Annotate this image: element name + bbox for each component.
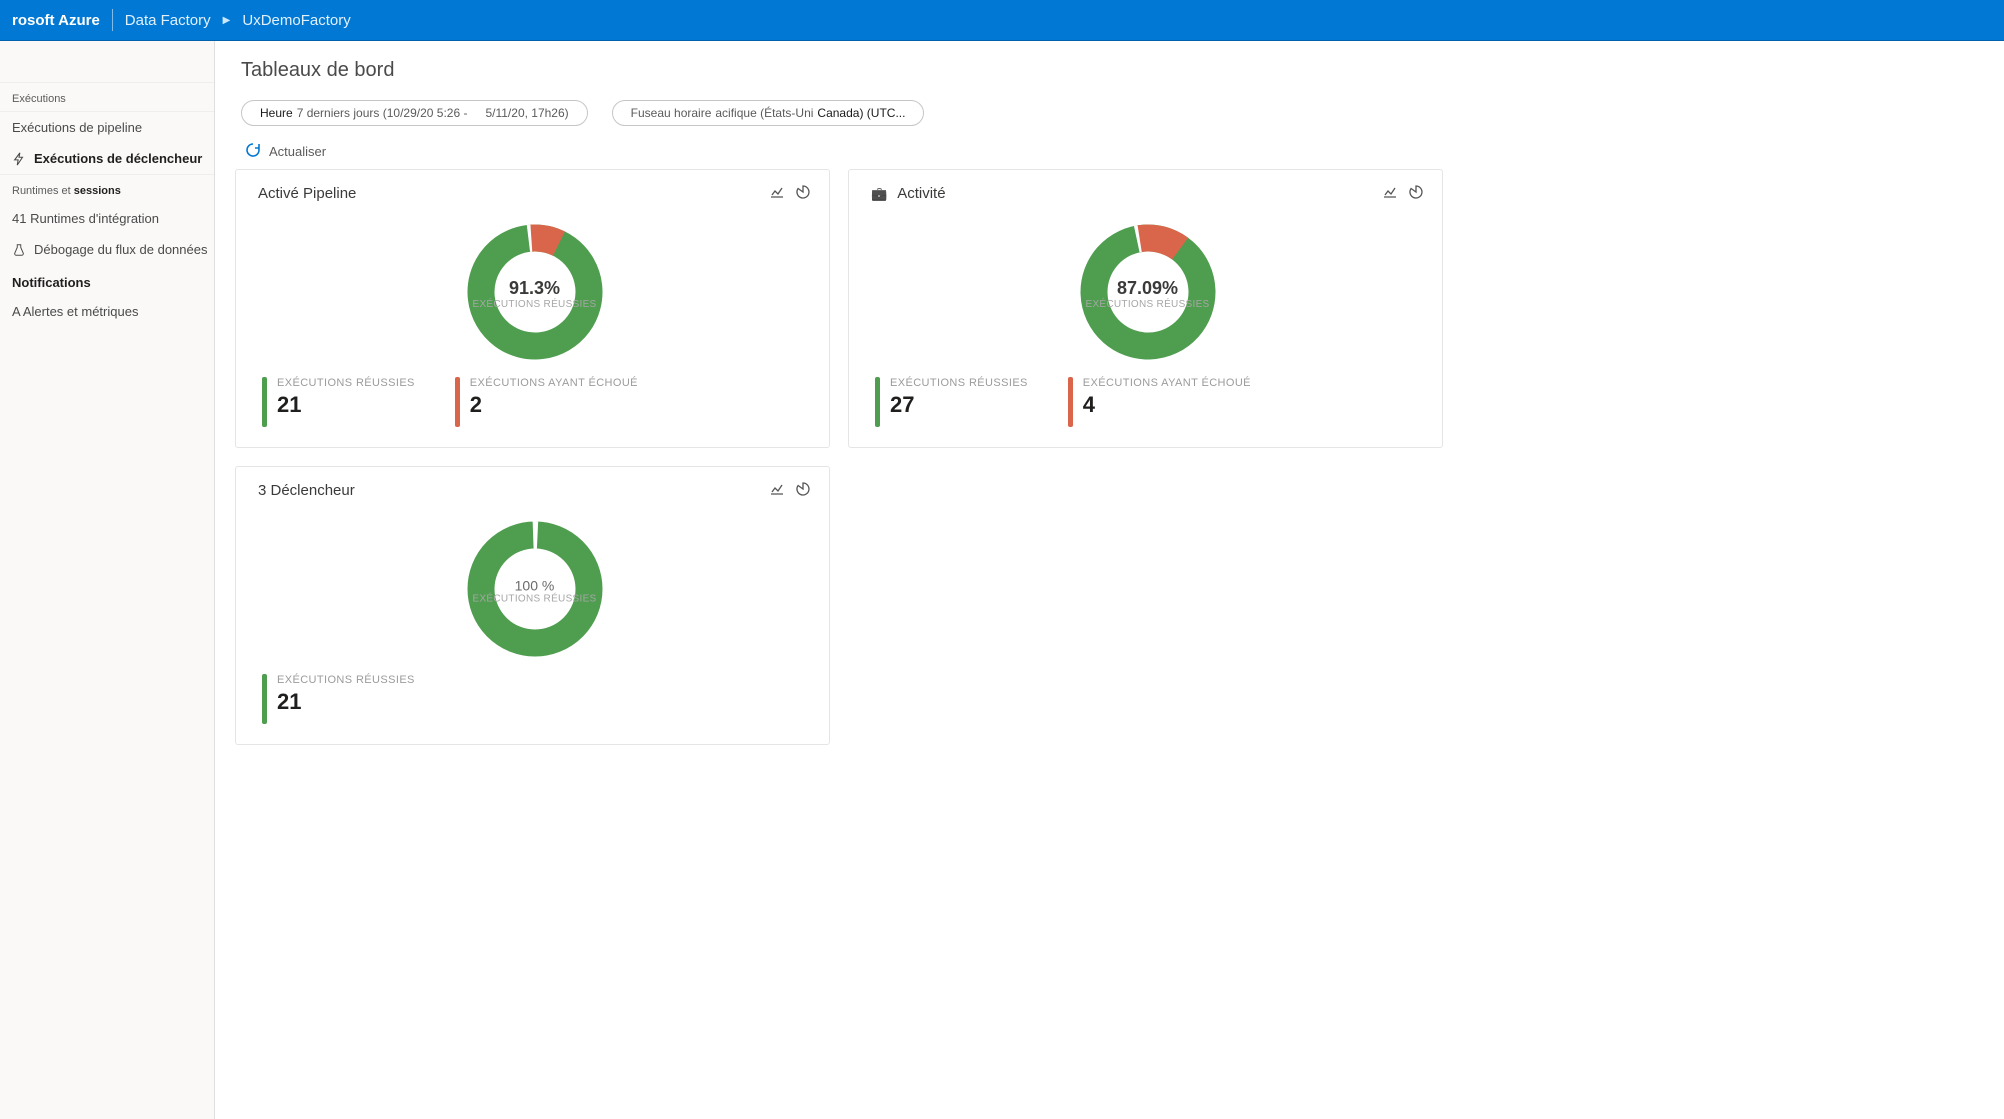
donut-percent: 91.3% [472,278,596,299]
stat-label: EXÉCUTIONS AYANT ÉCHOUÉ [470,377,638,389]
stat-value: 27 [890,392,1028,418]
page-title: Tableaux de bord [241,59,1984,82]
stat-success: EXÉCUTIONS RÉUSSIES 21 [262,674,415,724]
stat-label: EXÉCUTIONS RÉUSSIES [277,377,415,389]
timezone-pill[interactable]: Fuseau horaire acifique (États-Uni Canad… [612,100,925,126]
sidebar: Exécutions Exécutions de pipeline Exécut… [0,41,215,1119]
stat-label: EXÉCUTIONS AYANT ÉCHOUÉ [1083,377,1251,389]
lightning-icon [12,152,26,166]
pie-chart-icon[interactable] [795,184,811,203]
donut-percent: 100 % [472,578,596,594]
card-activity: Activité 87.09% EXÉCUTIONS [848,169,1443,448]
divider [112,9,113,31]
dashboard-cards: Activé Pipeline 91.3% EXÉCUTIONS RÉUSS [235,169,1984,745]
briefcase-icon [871,185,887,202]
sidebar-item-label: Exécutions de déclencheur [34,151,202,166]
refresh-icon [245,142,261,161]
sidebar-item-pipeline-runs[interactable]: Exécutions de pipeline [0,112,214,143]
stat-failed: EXÉCUTIONS AYANT ÉCHOUÉ 4 [1068,377,1251,427]
sidebar-item-label: A Alertes et métriques [12,304,138,319]
sidebar-item-label: 41 Runtimes d'intégration [12,211,159,226]
sidebar-top-spacer [0,49,214,83]
sidebar-item-alerts-metrics[interactable]: A Alertes et métriques [0,296,214,327]
toolbar: Actualiser [235,132,1984,169]
line-chart-icon[interactable] [769,184,785,203]
stat-success: EXÉCUTIONS RÉUSSIES 27 [875,377,1028,427]
chevron-right-icon: ▶ [223,15,231,26]
sidebar-item-label: Exécutions de pipeline [12,120,142,135]
donut-sublabel: EXÉCUTIONS RÉUSSIES [472,299,596,310]
stat-label: EXÉCUTIONS RÉUSSIES [890,377,1028,389]
donut-percent: 87.09% [1085,278,1209,299]
refresh-button[interactable]: Actualiser [245,142,326,161]
sidebar-group-runtimes: Runtimes et sessions [0,174,214,203]
stat-bar-green [262,377,267,427]
donut-sublabel: EXÉCUTIONS RÉUSSIES [1085,299,1209,310]
stat-failed: EXÉCUTIONS AYANT ÉCHOUÉ 2 [455,377,638,427]
donut-sublabel: EXÉCUTIONS RÉUSSIES [472,594,596,605]
pie-chart-icon[interactable] [795,481,811,500]
sidebar-group-notifications: Notifications [0,265,214,296]
top-nav: rosoft Azure Data Factory ▶ UxDemoFactor… [0,0,2004,40]
card-trigger: 3 Déclencheur 100 % EXÉCUTIONS RÉUSSIES [235,466,830,745]
stat-bar-red [455,377,460,427]
stat-value: 2 [470,392,638,418]
flask-icon [12,243,26,257]
pie-chart-icon[interactable] [1408,184,1424,203]
card-title: Activité [897,185,945,202]
sidebar-item-trigger-runs[interactable]: Exécutions de déclencheur [0,143,214,174]
stat-bar-green [875,377,880,427]
breadcrumb-service[interactable]: Data Factory [125,12,211,29]
stat-value: 21 [277,689,415,715]
line-chart-icon[interactable] [769,481,785,500]
stat-success: EXÉCUTIONS RÉUSSIES 21 [262,377,415,427]
time-range-pill[interactable]: Heure 7 derniers jours (10/29/20 5:26 - … [241,100,588,126]
card-title: Activé Pipeline [258,185,356,202]
line-chart-icon[interactable] [1382,184,1398,203]
sidebar-item-dataflow-debug[interactable]: Débogage du flux de données [0,234,214,265]
stat-value: 21 [277,392,415,418]
stat-label: EXÉCUTIONS RÉUSSIES [277,674,415,686]
donut-chart: 87.09% EXÉCUTIONS RÉUSSIES [871,211,1424,377]
stat-value: 4 [1083,392,1251,418]
stat-bar-green [262,674,267,724]
card-title: 3 Déclencheur [258,482,355,499]
breadcrumb-factory[interactable]: UxDemoFactory [242,12,350,29]
sidebar-item-label: Débogage du flux de données [34,242,207,257]
stat-bar-red [1068,377,1073,427]
refresh-label: Actualiser [269,144,326,159]
sidebar-item-integration-runtimes[interactable]: 41 Runtimes d'intégration [0,203,214,234]
donut-chart: 91.3% EXÉCUTIONS RÉUSSIES [258,211,811,377]
donut-chart: 100 % EXÉCUTIONS RÉUSSIES [258,508,811,674]
filter-row: Heure 7 derniers jours (10/29/20 5:26 - … [241,100,1984,126]
main-content: Tableaux de bord Heure 7 derniers jours … [215,41,2004,1119]
sidebar-group-executions: Exécutions [0,83,214,112]
brand: rosoft Azure [12,12,100,29]
card-pipeline: Activé Pipeline 91.3% EXÉCUTIONS RÉUSS [235,169,830,448]
